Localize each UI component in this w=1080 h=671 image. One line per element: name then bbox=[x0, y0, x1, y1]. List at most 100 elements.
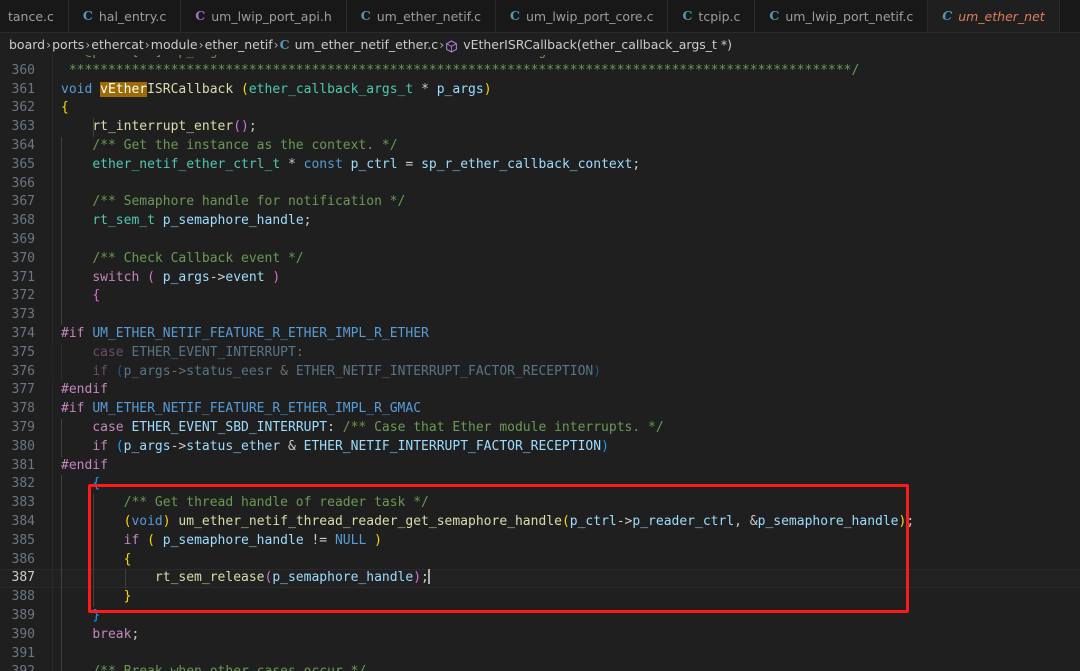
code-line-active[interactable]: 387 rt_sem_release(p_semaphore_handle); bbox=[0, 569, 1080, 589]
editor-tab-um-lwip-port-core-c[interactable]: C um_lwip_port_core.c bbox=[496, 0, 669, 32]
code-line[interactable]: 371 switch ( p_args->event ) bbox=[0, 268, 1080, 288]
breadcrumb-item-ether-netif[interactable]: ether_netif bbox=[204, 37, 274, 52]
code-line[interactable]: 385 if ( p_semaphore_handle != NULL ) bbox=[0, 531, 1080, 551]
line-content[interactable]: * @param[in] p_args Pointer to ether ins… bbox=[52, 55, 601, 62]
line-content[interactable]: ether_netif_ether_ctrl_t * const p_ctrl … bbox=[52, 155, 640, 175]
search-match-highlight: vEther bbox=[100, 81, 148, 97]
code-line[interactable]: 367 /** Semaphore handle for notificatio… bbox=[0, 193, 1080, 213]
code-line[interactable]: 368 rt_sem_t p_semaphore_handle; bbox=[0, 212, 1080, 231]
code-line[interactable]: 382 { bbox=[0, 475, 1080, 495]
code-line[interactable]: 374 #if UM_ETHER_NETIF_FEATURE_R_ETHER_I… bbox=[0, 324, 1080, 344]
code-line[interactable]: 366 bbox=[0, 174, 1080, 194]
breadcrumb-item-ethercat[interactable]: ethercat bbox=[90, 37, 145, 52]
line-content[interactable]: /** Check Callback event */ bbox=[52, 249, 304, 269]
line-number: 369 bbox=[11, 231, 35, 247]
code-line[interactable]: 388 } bbox=[0, 588, 1080, 607]
editor-tab-instance-c[interactable]: tance.c bbox=[0, 0, 69, 32]
line-content[interactable]: break; bbox=[52, 625, 139, 645]
breadcrumb-item-board[interactable]: board bbox=[8, 37, 46, 52]
code-line[interactable]: 360 ************************************… bbox=[0, 61, 1080, 81]
editor-tab-um-ether-netif-c[interactable]: C um_ether_netif.c bbox=[346, 0, 497, 32]
code-line[interactable]: 373 bbox=[0, 306, 1080, 325]
h-file-icon: C bbox=[195, 7, 206, 23]
line-content[interactable]: } bbox=[52, 588, 131, 607]
code-editor[interactable]: 359 * @param[in] p_args Pointer to ether… bbox=[0, 55, 1080, 671]
breadcrumb[interactable]: board › ports › ethercat › module › ethe… bbox=[0, 33, 1080, 55]
line-content[interactable]: case ETHER_EVENT_SBD_INTERRUPT: /** Case… bbox=[52, 418, 664, 438]
editor-tab-hal-entry-c[interactable]: C hal_entry.c bbox=[68, 0, 182, 32]
line-content[interactable]: { bbox=[52, 475, 100, 495]
line-number: 370 bbox=[11, 250, 35, 266]
line-content-inactive[interactable]: case ETHER_EVENT_INTERRUPT: bbox=[52, 343, 304, 363]
code-line[interactable]: 379 case ETHER_EVENT_SBD_INTERRUPT: /** … bbox=[0, 418, 1080, 438]
editor-tab-um-lwip-port-api-h[interactable]: C um_lwip_port_api.h bbox=[181, 0, 347, 32]
code-line[interactable]: 376 if (p_args->status_eesr & ETHER_NETI… bbox=[0, 362, 1080, 382]
line-content[interactable]: #endif bbox=[52, 381, 108, 400]
line-content[interactable]: switch ( p_args->event ) bbox=[52, 268, 280, 288]
line-content[interactable]: { bbox=[52, 99, 69, 118]
line-number: 374 bbox=[11, 325, 35, 341]
code-line[interactable]: 390 break; bbox=[0, 625, 1080, 645]
tab-label: um_lwip_port_api.h bbox=[211, 8, 332, 24]
line-content[interactable]: #if UM_ETHER_NETIF_FEATURE_R_ETHER_IMPL_… bbox=[52, 324, 429, 344]
line-content[interactable] bbox=[52, 174, 69, 194]
line-content[interactable]: #endif bbox=[52, 456, 108, 476]
line-content[interactable]: rt_sem_t p_semaphore_handle; bbox=[52, 212, 311, 231]
breadcrumb-item-module[interactable]: module bbox=[150, 37, 199, 52]
code-line[interactable]: 369 bbox=[0, 230, 1080, 250]
c-file-icon: C bbox=[942, 7, 953, 23]
code-line[interactable]: 389 } bbox=[0, 606, 1080, 626]
line-number: 380 bbox=[11, 438, 35, 454]
line-content[interactable]: rt_sem_release(p_semaphore_handle); bbox=[52, 569, 430, 589]
code-line[interactable]: 383 /** Get thread handle of reader task… bbox=[0, 494, 1080, 513]
code-line[interactable]: 364 /** Get the instance as the context.… bbox=[0, 136, 1080, 156]
code-line[interactable]: 391 bbox=[0, 644, 1080, 664]
code-line[interactable]: 381 #endif bbox=[0, 456, 1080, 476]
code-line[interactable]: 375 case ETHER_EVENT_INTERRUPT: bbox=[0, 343, 1080, 363]
breadcrumb-item-ports[interactable]: ports bbox=[51, 37, 85, 52]
line-number: 365 bbox=[11, 156, 35, 172]
line-content[interactable]: /** Semaphore handle for notification */ bbox=[52, 193, 405, 213]
code-line[interactable]: 392 /** Break when other cases occur */ bbox=[0, 663, 1080, 671]
code-line[interactable]: 386 { bbox=[0, 550, 1080, 570]
editor-tab-bar[interactable]: tance.c C hal_entry.c C um_lwip_port_api… bbox=[0, 0, 1080, 33]
line-content[interactable]: rt_interrupt_enter(); bbox=[52, 118, 257, 137]
editor-tab-um-ether-netif-ether-c-active[interactable]: C um_ether_net bbox=[928, 0, 1060, 32]
code-line[interactable]: 378 #if UM_ETHER_NETIF_FEATURE_R_ETHER_I… bbox=[0, 400, 1080, 419]
line-content[interactable]: /** Get the instance as the context. */ bbox=[52, 136, 398, 156]
breadcrumb-item-symbol[interactable]: vEtherISRCallback(ether_callback_args_t … bbox=[444, 37, 733, 53]
breadcrumb-item-file[interactable]: C um_ether_netif_ether.c bbox=[279, 37, 440, 52]
code-line[interactable]: 380 if (p_args->status_ether & ETHER_NET… bbox=[0, 437, 1080, 457]
line-number: 392 bbox=[0, 663, 52, 671]
line-content[interactable]: { bbox=[52, 287, 100, 307]
code-line[interactable]: 370 /** Check Callback event */ bbox=[0, 249, 1080, 269]
editor-tab-tcpip-c[interactable]: C tcpip.c bbox=[668, 0, 756, 32]
code-line[interactable]: 365 ether_netif_ether_ctrl_t * const p_c… bbox=[0, 155, 1080, 175]
line-content[interactable]: /** Break when other cases occur */ bbox=[52, 663, 366, 671]
line-content[interactable]: #if UM_ETHER_NETIF_FEATURE_R_ETHER_IMPL_… bbox=[52, 400, 421, 419]
line-content[interactable]: { bbox=[52, 550, 131, 570]
line-content-inactive[interactable]: if (p_args->status_eesr & ETHER_NETIF_IN… bbox=[52, 362, 601, 382]
line-content[interactable] bbox=[52, 644, 69, 664]
code-line[interactable]: 377 #endif bbox=[0, 381, 1080, 400]
line-number: 377 bbox=[11, 382, 35, 398]
code-line[interactable]: 361 void vEtherISRCallback (ether_callba… bbox=[0, 80, 1080, 100]
code-line[interactable]: 363 rt_interrupt_enter(); bbox=[0, 118, 1080, 137]
line-number: 364 bbox=[11, 137, 35, 153]
breadcrumb-label: ether_netif bbox=[204, 36, 273, 52]
line-content[interactable]: (void) um_ether_netif_thread_reader_get_… bbox=[52, 512, 914, 532]
line-number: 379 bbox=[11, 419, 35, 435]
editor-tab-um-lwip-port-netif-c[interactable]: C um_lwip_port_netif.c bbox=[755, 0, 929, 32]
line-content[interactable] bbox=[52, 306, 69, 325]
line-content[interactable]: ****************************************… bbox=[52, 61, 859, 81]
code-line[interactable]: 372 { bbox=[0, 287, 1080, 307]
code-line[interactable]: 359 * @param[in] p_args Pointer to ether… bbox=[0, 55, 1080, 62]
line-content[interactable] bbox=[52, 230, 69, 250]
line-content[interactable]: /** Get thread handle of reader task */ bbox=[52, 494, 429, 513]
line-content[interactable]: } bbox=[52, 606, 100, 626]
code-line[interactable]: 362 { bbox=[0, 99, 1080, 118]
line-content[interactable]: if ( p_semaphore_handle != NULL ) bbox=[52, 531, 382, 551]
line-content[interactable]: void vEtherISRCallback (ether_callback_a… bbox=[52, 80, 492, 100]
code-line[interactable]: 384 (void) um_ether_netif_thread_reader_… bbox=[0, 512, 1080, 532]
line-content[interactable]: if (p_args->status_ether & ETHER_NETIF_I… bbox=[52, 437, 609, 457]
